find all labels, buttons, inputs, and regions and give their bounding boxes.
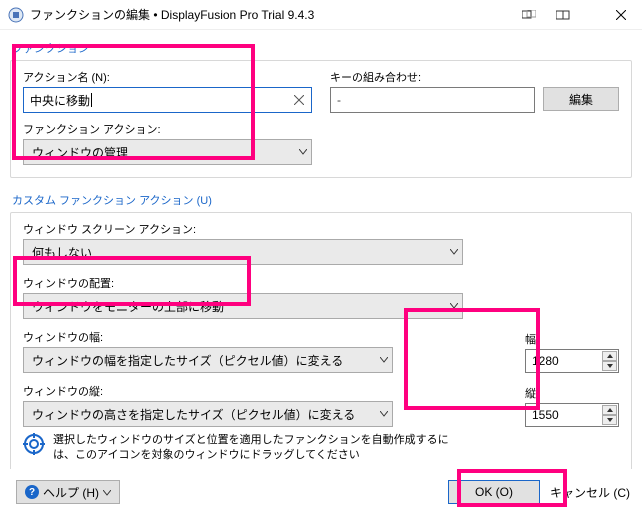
spin-up-icon[interactable] (602, 351, 617, 361)
action-name-value: 中央に移動 (30, 92, 90, 109)
help-icon: ? (25, 485, 39, 499)
width-action-combo[interactable]: ウィンドウの幅を指定したサイズ（ピクセル値）に変える (23, 347, 393, 373)
height-num-input[interactable]: 1550 (525, 403, 619, 427)
section-function: アクション名 (N): 中央に移動 ファンクション アクション: ウィンドウの管… (10, 60, 632, 178)
screen-action-value: 何もしない (32, 244, 92, 261)
key-combo-label: キーの組み合わせ: (330, 69, 619, 85)
extra-window-btn-2[interactable] (546, 0, 580, 29)
window-buttons (512, 0, 642, 29)
chevron-down-icon (103, 485, 111, 499)
cancel-label: キャンセル (C) (550, 486, 630, 500)
dialog-footer: ? ヘルプ (H) OK (O) キャンセル (C) (0, 469, 642, 515)
width-num-value: 1280 (532, 354, 559, 368)
screen-action-label: ウィンドウ スクリーン アクション: (23, 221, 619, 237)
section-function-label: ファンクション (12, 40, 632, 56)
titlebar: ファンクションの編集 • DisplayFusion Pro Trial 9.4… (0, 0, 642, 30)
height-action-value: ウィンドウの高さを指定したサイズ（ピクセル値）に変える (32, 406, 355, 423)
cancel-link[interactable]: キャンセル (C) (550, 484, 630, 501)
ok-label: OK (O) (475, 485, 513, 499)
ok-button[interactable]: OK (O) (448, 480, 540, 504)
chevron-down-icon (299, 140, 307, 164)
text-caret (91, 93, 92, 107)
placement-label: ウィンドウの配置: (23, 275, 619, 291)
chevron-down-icon (380, 402, 388, 426)
width-action-label: ウィンドウの幅: (23, 329, 501, 345)
function-action-value: ウィンドウの管理 (32, 144, 128, 161)
width-num-label: 幅: (525, 331, 619, 347)
app-icon (8, 7, 24, 23)
chevron-down-icon (450, 294, 458, 318)
height-num-label: 縦: (525, 385, 619, 401)
placement-value: ウィンドウをモニターの上部に移動 (32, 298, 224, 315)
height-action-label: ウィンドウの縦: (23, 383, 501, 399)
screen-action-combo[interactable]: 何もしない (23, 239, 463, 265)
section-custom: ウィンドウ スクリーン アクション: 何もしない ウィンドウの配置: ウィンドウ… (10, 212, 632, 474)
function-action-combo[interactable]: ウィンドウの管理 (23, 139, 312, 165)
dialog-body: ファンクション アクション名 (N): 中央に移動 ファンクション アクション:… (0, 30, 642, 498)
clear-text-icon[interactable] (291, 92, 307, 108)
height-action-combo[interactable]: ウィンドウの高さを指定したサイズ（ピクセル値）に変える (23, 401, 393, 427)
key-combo-field[interactable]: - (330, 87, 535, 113)
edit-key-button[interactable]: 編集 (543, 87, 619, 111)
edit-key-label: 編集 (569, 91, 593, 108)
info-text: 選択したウィンドウのサイズと位置を適用したファンクションを自動作成するには、この… (53, 433, 453, 463)
height-num-value: 1550 (532, 408, 559, 422)
width-spinner[interactable] (602, 350, 617, 372)
action-name-label: アクション名 (N): (23, 69, 312, 85)
spin-down-icon[interactable] (602, 415, 617, 425)
extra-window-btn-1[interactable] (512, 0, 546, 29)
target-drag-icon[interactable] (23, 433, 45, 455)
width-num-input[interactable]: 1280 (525, 349, 619, 373)
chevron-down-icon (450, 240, 458, 264)
section-custom-label: カスタム ファンクション アクション (U) (12, 192, 632, 208)
function-action-label: ファンクション アクション: (23, 121, 312, 137)
close-window-button[interactable] (600, 0, 642, 29)
chevron-down-icon (380, 348, 388, 372)
help-button[interactable]: ? ヘルプ (H) (16, 480, 120, 504)
action-name-input[interactable]: 中央に移動 (23, 87, 312, 113)
window-title: ファンクションの編集 • DisplayFusion Pro Trial 9.4… (30, 6, 512, 23)
placement-combo[interactable]: ウィンドウをモニターの上部に移動 (23, 293, 463, 319)
spin-up-icon[interactable] (602, 405, 617, 415)
width-action-value: ウィンドウの幅を指定したサイズ（ピクセル値）に変える (32, 352, 343, 369)
key-combo-value: - (337, 93, 341, 107)
height-spinner[interactable] (602, 404, 617, 426)
info-row: 選択したウィンドウのサイズと位置を適用したファンクションを自動作成するには、この… (23, 433, 619, 463)
help-label: ヘルプ (H) (43, 484, 99, 501)
spin-down-icon[interactable] (602, 361, 617, 371)
